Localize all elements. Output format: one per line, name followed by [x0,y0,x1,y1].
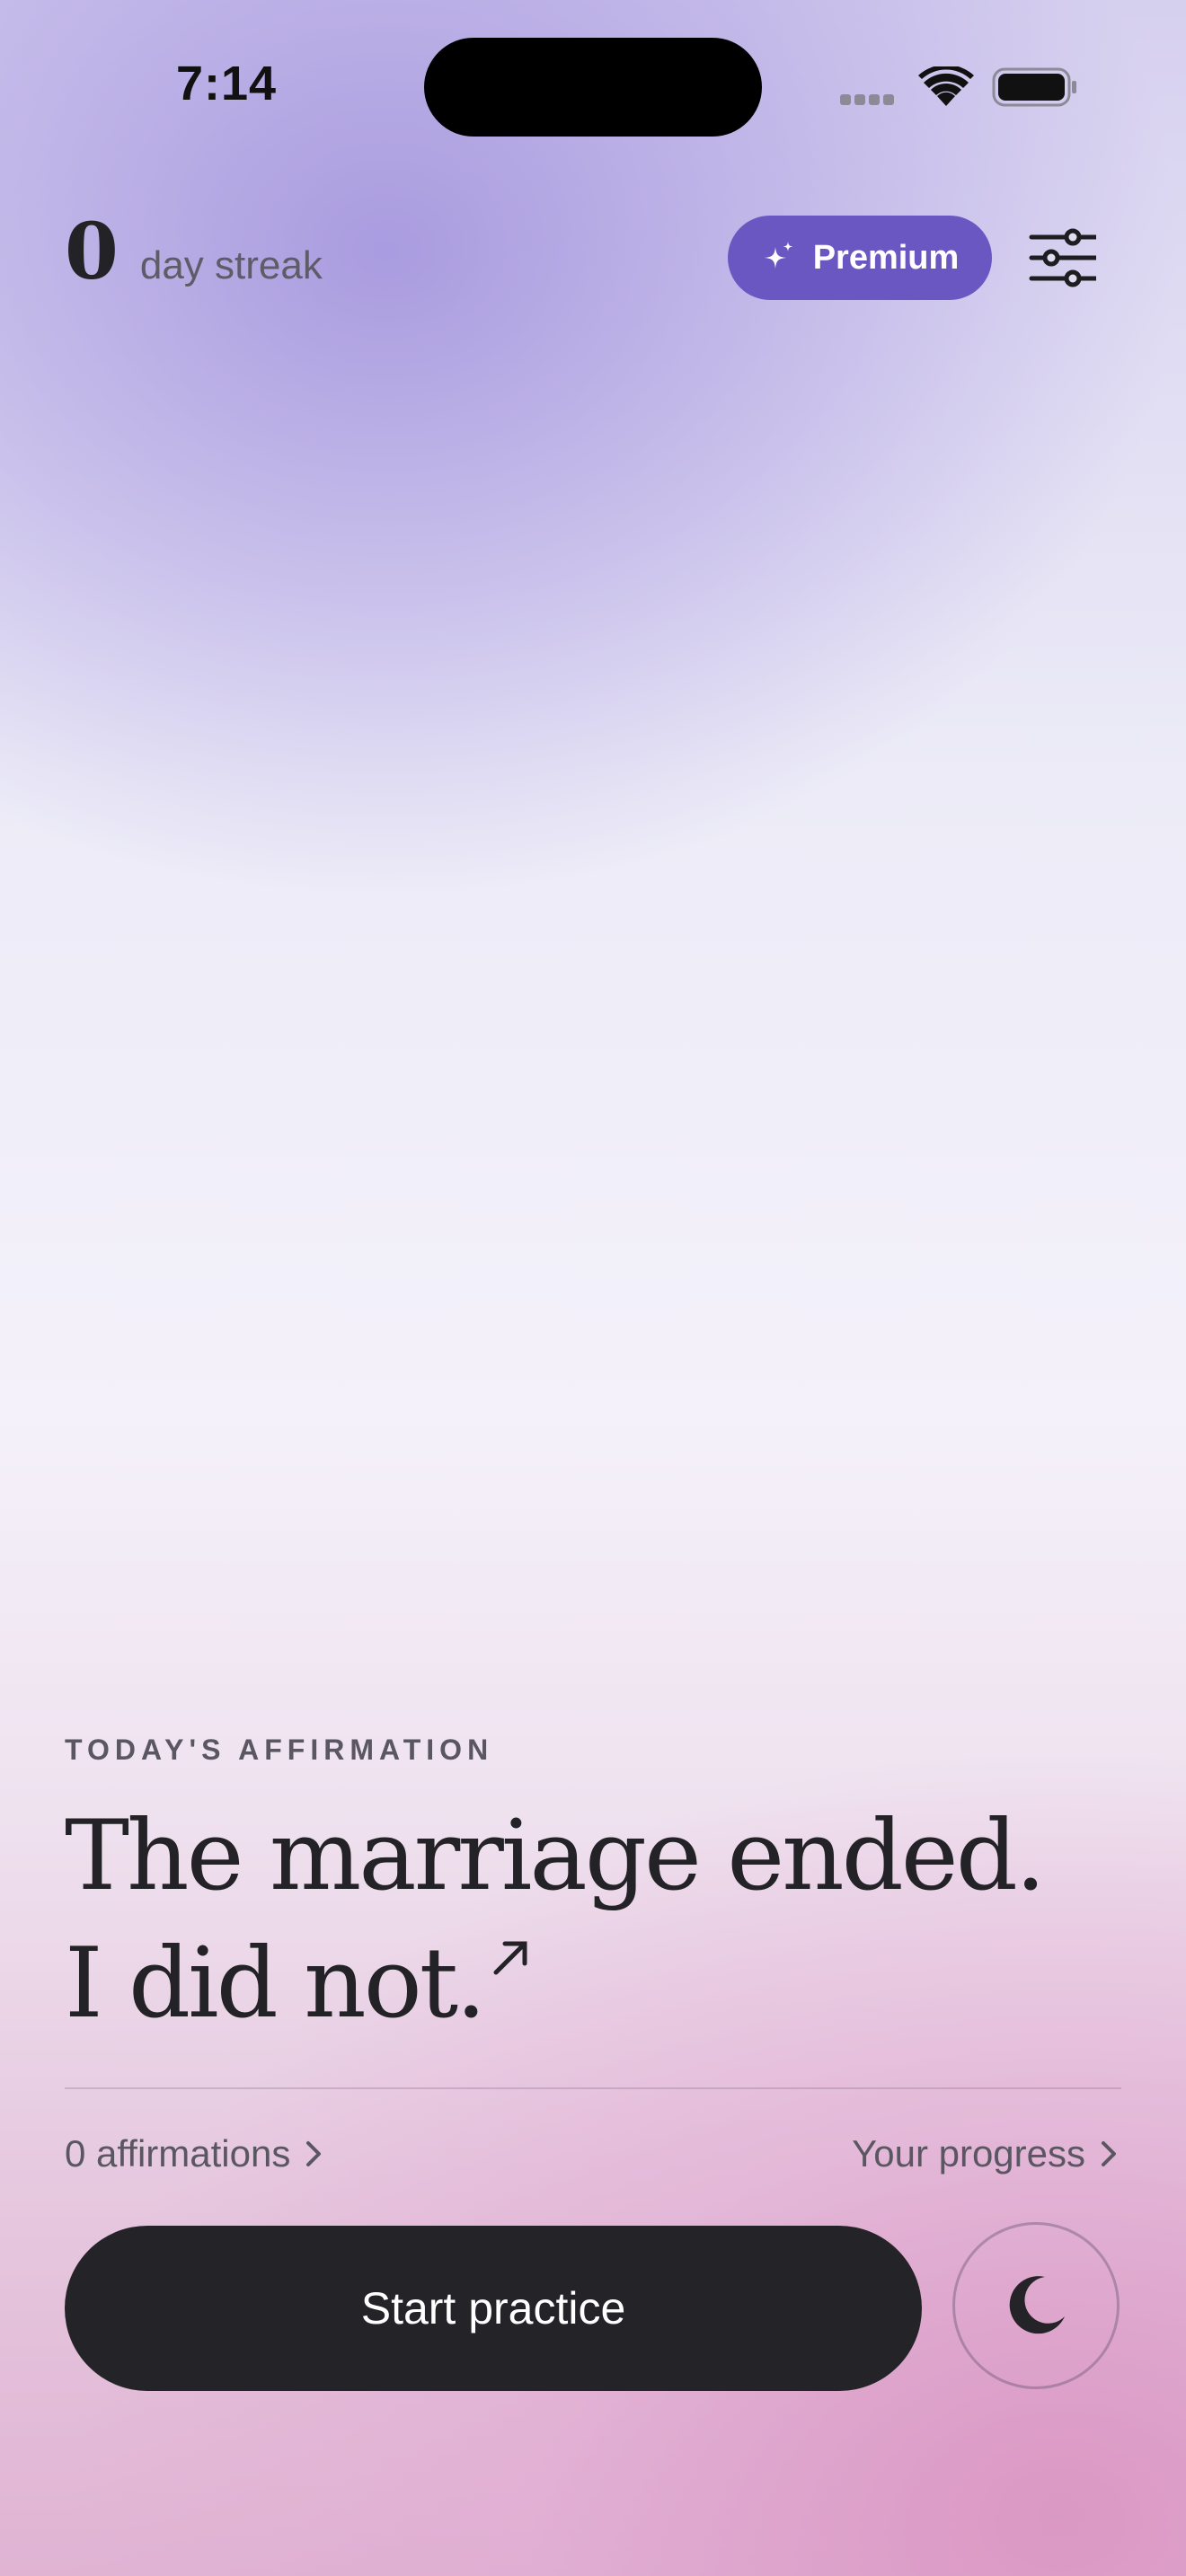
premium-label: Premium [812,238,960,277]
night-mode-button[interactable] [952,2222,1120,2389]
status-time: 7:14 [176,57,278,110]
arrow-up-right-icon[interactable] [491,1936,532,1978]
chevron-right-icon [1102,2141,1116,2166]
affirmation-text[interactable]: The marriage ended. I did not. [65,1793,1098,2048]
affirmations-link[interactable]: 0 affirmations [65,2132,326,2175]
progress-label: Your progress [852,2132,1085,2175]
divider [65,2087,1121,2089]
progress-link[interactable]: Your progress [852,2132,1121,2175]
streak-label: day streak [139,243,323,287]
wifi-icon [918,66,974,106]
streak-count: 0 [65,207,119,297]
sliders-icon[interactable] [1028,228,1096,287]
affirmations-count: 0 affirmations [65,2132,291,2175]
start-practice-button[interactable]: Start practice [65,2226,922,2391]
affirmation-quote: The marriage ended. I did not. [65,1800,1046,2040]
dynamic-island [424,38,762,137]
moon-icon [1009,2276,1065,2334]
sparkle-icon [764,242,793,269]
day-streak: 0 day streak [65,214,323,291]
premium-button[interactable]: Premium [728,216,992,300]
cellular-signal-icon [840,93,898,110]
chevron-right-icon [306,2141,322,2166]
status-bar: 7:14 [0,0,1186,180]
battery-icon [992,67,1076,107]
affirmation-eyebrow: TODAY'S AFFIRMATION [65,1734,494,1766]
